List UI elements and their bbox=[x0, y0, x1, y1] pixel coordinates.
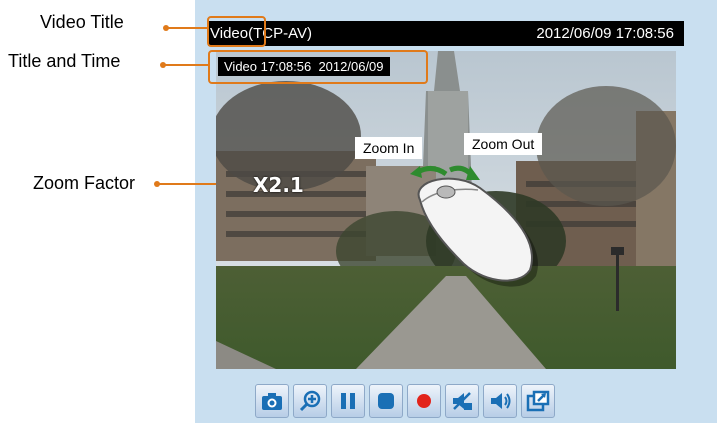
snapshot-button[interactable] bbox=[255, 384, 289, 418]
callout-zoom-factor: Zoom Factor bbox=[33, 173, 136, 193]
highlight-title-time bbox=[208, 50, 428, 84]
mute-button[interactable] bbox=[445, 384, 479, 418]
digital-zoom-button[interactable] bbox=[293, 384, 327, 418]
zoom-factor-readout: X2.1 bbox=[253, 173, 304, 197]
zoom-out-label: Zoom Out bbox=[464, 133, 543, 155]
record-icon bbox=[417, 394, 431, 408]
pause-icon bbox=[341, 393, 355, 409]
callout-dot bbox=[163, 25, 169, 31]
callout-dot bbox=[154, 181, 160, 187]
callout-line-video-title bbox=[166, 27, 208, 29]
callout-title-and-time: Title and Time bbox=[8, 51, 121, 71]
zoom-in-label: Zoom In bbox=[355, 137, 423, 159]
callout-dot bbox=[160, 62, 166, 68]
record-button[interactable] bbox=[407, 384, 441, 418]
volume-mute-icon bbox=[453, 392, 472, 410]
talk-icon bbox=[491, 393, 511, 409]
stop-icon bbox=[378, 393, 394, 409]
pause-button[interactable] bbox=[331, 384, 365, 418]
digital-zoom-icon bbox=[299, 390, 321, 412]
highlight-video-title bbox=[207, 16, 266, 47]
callout-video-title: Video Title bbox=[40, 12, 124, 32]
mouse-wheel-icon bbox=[410, 165, 538, 287]
video-datetime: 2012/06/09 17:08:56 bbox=[536, 25, 674, 42]
fullscreen-button[interactable] bbox=[521, 384, 555, 418]
snapshot-icon bbox=[262, 393, 282, 410]
video-title-bar: Video(TCP-AV) 2012/06/09 17:08:56 bbox=[208, 21, 684, 46]
fullscreen-icon bbox=[526, 390, 550, 412]
callout-line-title-time bbox=[163, 64, 208, 66]
stop-button[interactable] bbox=[369, 384, 403, 418]
talk-button[interactable] bbox=[483, 384, 517, 418]
